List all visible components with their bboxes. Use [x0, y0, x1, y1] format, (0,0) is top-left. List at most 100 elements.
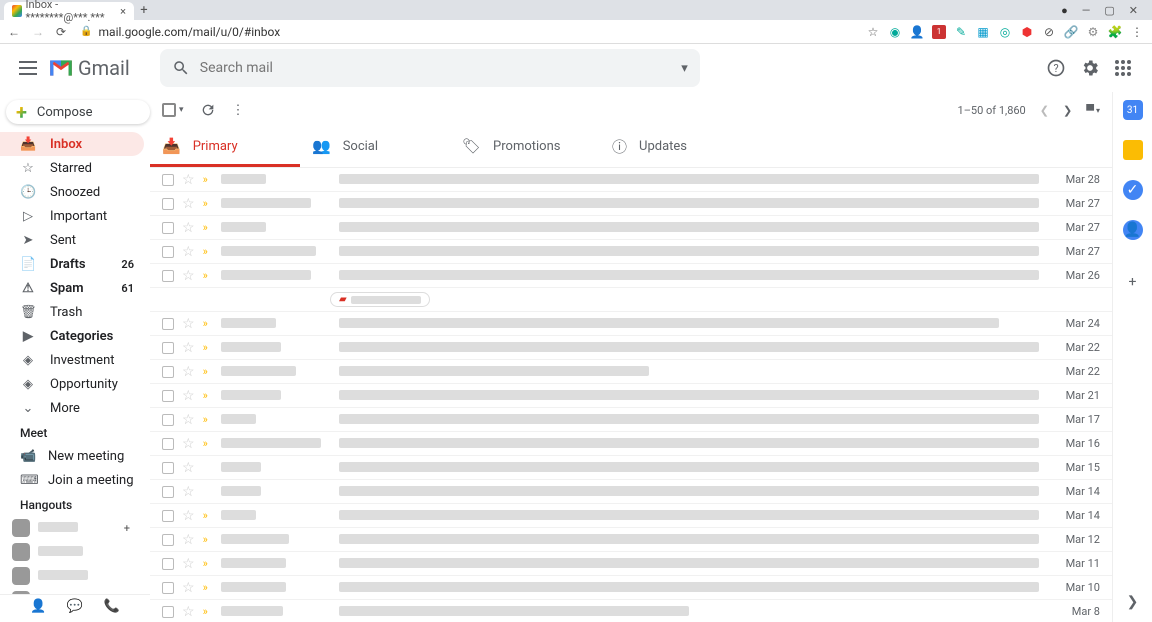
star-icon[interactable]: ☆	[182, 220, 195, 236]
ext-icon[interactable]: ◎	[998, 25, 1012, 39]
tab-primary[interactable]: 📥Primary	[150, 128, 300, 167]
email-row[interactable]: ☆ » Mar 27	[150, 192, 1112, 216]
compose-button[interactable]: + Compose	[6, 100, 150, 124]
back-button[interactable]: ←	[8, 25, 20, 39]
browser-menu-icon[interactable]: ⋮	[1130, 25, 1144, 39]
hangouts-conversations-icon[interactable]: 💬	[67, 599, 83, 614]
search-options-icon[interactable]: ▾	[681, 61, 688, 76]
row-checkbox[interactable]	[162, 438, 174, 450]
star-icon[interactable]: ☆	[182, 580, 195, 596]
add-contact-icon[interactable]: +	[124, 522, 140, 535]
addons-icon[interactable]: +	[1123, 272, 1143, 292]
ext-icon[interactable]: ✎	[954, 25, 968, 39]
sidebar-item-inbox[interactable]: 📥Inbox	[0, 132, 144, 156]
email-row[interactable]: ☆ » Mar 16	[150, 432, 1112, 456]
sidebar-item-trash[interactable]: 🗑Trash	[0, 300, 144, 324]
bookmark-star-icon[interactable]: ☆	[866, 25, 880, 39]
important-marker-icon[interactable]: »	[203, 269, 213, 282]
star-icon[interactable]: ☆	[182, 340, 195, 356]
important-marker-icon[interactable]: »	[203, 509, 213, 522]
row-checkbox[interactable]	[162, 558, 174, 570]
sidebar-item-investment[interactable]: ◈Investment	[0, 348, 144, 372]
maximize-button[interactable]: ▢	[1104, 4, 1114, 17]
star-icon[interactable]: ☆	[182, 556, 195, 572]
email-row[interactable]: ☆ » Mar 27	[150, 240, 1112, 264]
ext-icon[interactable]: ⊘	[1042, 25, 1056, 39]
email-row[interactable]: ☆ » Mar 12	[150, 528, 1112, 552]
row-checkbox[interactable]	[162, 174, 174, 186]
calendar-icon[interactable]: 31	[1123, 100, 1143, 120]
sidebar-item-starred[interactable]: ☆Starred	[0, 156, 144, 180]
email-row[interactable]: ☆ » Mar 17	[150, 408, 1112, 432]
ext-icon[interactable]: ▦	[976, 25, 990, 39]
hangouts-contacts-icon[interactable]: 👤	[30, 599, 46, 614]
new-tab-button[interactable]: +	[134, 3, 154, 18]
star-icon[interactable]: ☆	[182, 484, 195, 500]
email-row[interactable]: ☆ » Mar 11	[150, 552, 1112, 576]
star-icon[interactable]: ☆	[182, 460, 195, 476]
email-row[interactable]: ☆ » Mar 24	[150, 312, 1112, 336]
star-icon[interactable]: ☆	[182, 244, 195, 260]
important-marker-icon[interactable]: »	[203, 437, 213, 450]
hangout-contact[interactable]	[0, 564, 150, 588]
row-checkbox[interactable]	[162, 270, 174, 282]
sidebar-item-categories[interactable]: ▶Categories	[0, 324, 144, 348]
star-icon[interactable]: ☆	[182, 364, 195, 380]
address-bar[interactable]: 🔒 mail.google.com/mail/u/0/#inbox	[74, 25, 858, 39]
email-row[interactable]: ☆ Mar 14	[150, 480, 1112, 504]
forward-button[interactable]: →	[32, 25, 44, 39]
meet-item-new-meeting[interactable]: 📹New meeting	[0, 444, 150, 468]
star-icon[interactable]: ☆	[182, 268, 195, 284]
email-row[interactable]: ☆ » Mar 21	[150, 384, 1112, 408]
row-checkbox[interactable]	[162, 510, 174, 522]
ext-icon[interactable]: ◉	[888, 25, 902, 39]
browser-tab[interactable]: Inbox - ********@***.*** ×	[4, 2, 134, 20]
input-tools-icon[interactable]: ▀▾	[1086, 104, 1100, 117]
sidebar-item-drafts[interactable]: 📄Drafts26	[0, 252, 144, 276]
row-checkbox[interactable]	[162, 606, 174, 618]
important-marker-icon[interactable]: »	[203, 581, 213, 594]
important-marker-icon[interactable]: »	[203, 413, 213, 426]
star-icon[interactable]: ☆	[182, 604, 195, 620]
ext-icon[interactable]: ⚙	[1086, 25, 1100, 39]
close-tab-icon[interactable]: ×	[120, 5, 126, 18]
ext-icon[interactable]: 👤	[910, 25, 924, 39]
sidebar-item-important[interactable]: ▷Important	[0, 204, 144, 228]
row-checkbox[interactable]	[162, 246, 174, 258]
attachment-chip[interactable]: ▰	[330, 292, 430, 307]
attachment-row[interactable]: ▰	[150, 288, 1112, 312]
ext-icon[interactable]: 1	[932, 25, 946, 39]
important-marker-icon[interactable]: »	[203, 557, 213, 570]
support-icon[interactable]: ?	[1046, 58, 1066, 78]
important-marker-icon[interactable]: »	[203, 341, 213, 354]
email-row[interactable]: ☆ » Mar 8	[150, 600, 1112, 622]
email-row[interactable]: ☆ Mar 15	[150, 456, 1112, 480]
hangout-contact[interactable]	[0, 540, 150, 564]
important-marker-icon[interactable]: »	[203, 605, 213, 618]
important-marker-icon[interactable]: »	[203, 365, 213, 378]
email-row[interactable]: ☆ » Mar 26	[150, 264, 1112, 288]
more-button[interactable]: ⋮	[232, 103, 245, 118]
tab-social[interactable]: 👥Social	[300, 128, 450, 167]
tasks-icon[interactable]: ✓	[1123, 180, 1143, 200]
important-marker-icon[interactable]: »	[203, 389, 213, 402]
tab-updates[interactable]: ⓘUpdates	[600, 128, 750, 167]
row-checkbox[interactable]	[162, 390, 174, 402]
important-marker-icon[interactable]: »	[203, 221, 213, 234]
star-icon[interactable]: ☆	[182, 436, 195, 452]
close-window-button[interactable]: ✕	[1129, 4, 1138, 17]
meet-item-join-a-meeting[interactable]: ⌨Join a meeting	[0, 468, 150, 492]
star-icon[interactable]: ☆	[182, 508, 195, 524]
refresh-button[interactable]	[200, 102, 216, 118]
tab-promotions[interactable]: 🏷Promotions	[450, 128, 600, 167]
contacts-icon[interactable]: 👤	[1123, 220, 1143, 240]
settings-icon[interactable]	[1080, 58, 1100, 78]
ext-icon[interactable]: 🔗	[1064, 25, 1078, 39]
star-icon[interactable]: ☆	[182, 316, 195, 332]
email-row[interactable]: ☆ » Mar 28	[150, 168, 1112, 192]
important-marker-icon[interactable]: »	[203, 533, 213, 546]
sidebar-item-opportunity[interactable]: ◈Opportunity	[0, 372, 144, 396]
row-checkbox[interactable]	[162, 342, 174, 354]
select-dropdown-icon[interactable]: ▾	[179, 105, 184, 115]
apps-icon[interactable]	[1114, 59, 1132, 77]
